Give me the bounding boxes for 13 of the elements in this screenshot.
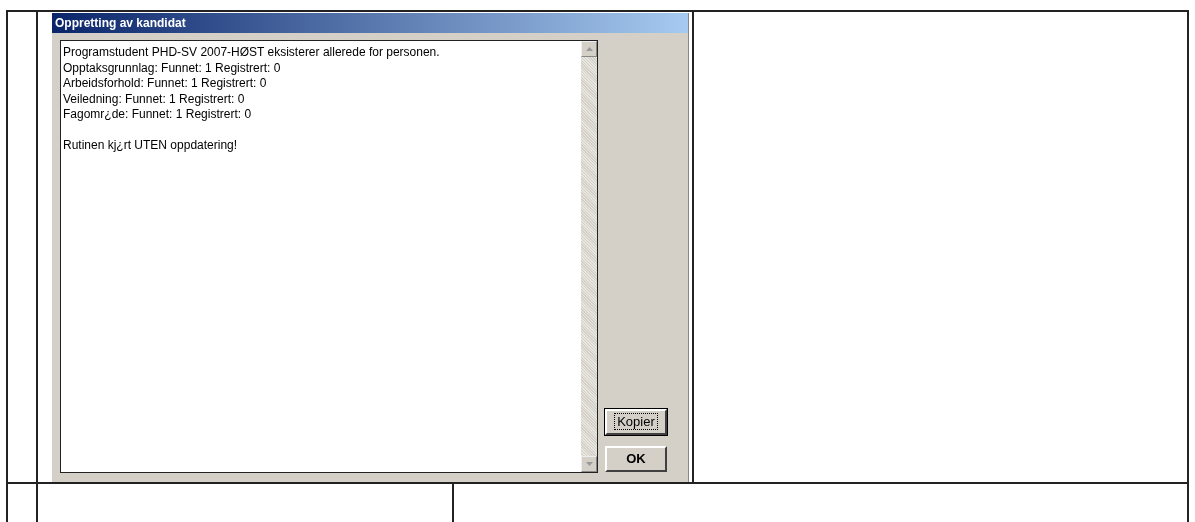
scroll-down-icon[interactable] [581,456,597,472]
window-title: Oppretting av kandidat [52,13,688,33]
message-line: Opptaksgrunnlag: Funnet: 1 Registrert: 0 [63,60,281,76]
scroll-up-icon[interactable] [581,41,597,57]
message-line: Fagomr¿de: Funnet: 1 Registrert: 0 [63,107,252,123]
message-line: Veiledning: Funnet: 1 Registrert: 0 [63,91,245,107]
message-line: Programstudent PHD-SV 2007-HØST eksisterer allerede for personen. [63,45,440,61]
ok-button[interactable]: OK [605,446,667,472]
message-text-area[interactable] [61,41,581,472]
copy-button[interactable]: Kopier [605,409,667,435]
message-line: Arbeidsforhold: Funnet: 1 Registrert: 0 [63,76,267,92]
scrollbar[interactable] [581,41,597,472]
message-line: Rutinen kj¿rt UTEN oppdatering! [63,138,238,154]
